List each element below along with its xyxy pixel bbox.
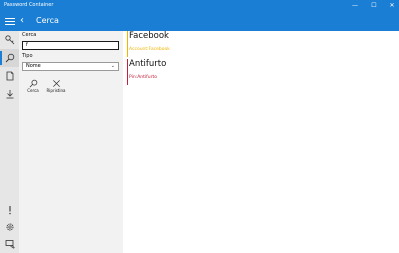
nav-item-feedback[interactable] (0, 235, 19, 253)
app-window: Password Container — ☐ ✕ ‹ Cerca Cerca f… (0, 0, 399, 253)
download-icon (6, 90, 14, 99)
hamburger-line (5, 24, 15, 25)
exclamation-icon (9, 206, 11, 215)
entry-detail: Pin:Antifurto (129, 75, 157, 80)
search-button-label: Cerca (27, 88, 39, 93)
title-bar: Password Container — ☐ ✕ (0, 0, 399, 11)
chevron-down-icon: ⌄ (110, 63, 115, 69)
search-input[interactable]: f (22, 41, 119, 50)
nav-item-info[interactable] (0, 201, 19, 219)
results-pane: Facebook Account:Facebook Antifurto Pin:… (123, 31, 399, 253)
list-item[interactable]: Antifurto Pin:Antifurto (127, 59, 387, 85)
entry-color-bar (127, 59, 128, 85)
close-icon (52, 80, 60, 87)
reset-button[interactable]: Ripristina (45, 79, 67, 97)
type-select-value: Nome (26, 63, 41, 69)
list-item[interactable]: Facebook Account:Facebook (127, 31, 387, 57)
minimize-button[interactable]: — (346, 0, 364, 11)
type-select[interactable]: Nome ⌄ (22, 62, 119, 71)
hamburger-line (5, 21, 15, 22)
entry-name: Facebook (129, 31, 169, 41)
maximize-button[interactable]: ☐ (365, 0, 383, 11)
nav-rail (0, 31, 19, 253)
gear-icon (6, 223, 14, 231)
page-title: Cerca (36, 16, 59, 25)
nav-item-search[interactable] (0, 49, 19, 67)
nav-item-download[interactable] (0, 85, 19, 103)
app-header: ‹ Cerca (0, 11, 399, 31)
window-title: Password Container (4, 2, 54, 8)
hamburger-menu-button[interactable] (3, 14, 17, 28)
key-icon (5, 35, 15, 45)
entry-color-bar (127, 31, 128, 57)
search-icon (5, 53, 15, 63)
type-label: Tipo (22, 53, 33, 59)
entry-name: Antifurto (129, 59, 167, 69)
search-panel: Cerca f Tipo Nome ⌄ Cerca Ripristina (19, 31, 123, 253)
document-icon (6, 71, 14, 81)
reset-button-label: Ripristina (46, 88, 66, 93)
nav-item-passwords[interactable] (0, 31, 19, 49)
back-button[interactable]: ‹ (20, 14, 32, 28)
hamburger-line (5, 18, 15, 19)
feedback-icon (5, 240, 15, 249)
search-label: Cerca (22, 32, 37, 38)
close-button[interactable]: ✕ (383, 0, 399, 11)
search-icon (29, 79, 37, 88)
nav-item-settings[interactable] (0, 218, 19, 236)
search-button[interactable]: Cerca (22, 79, 44, 97)
entry-detail: Account:Facebook (129, 47, 170, 52)
nav-item-documents[interactable] (0, 67, 19, 85)
